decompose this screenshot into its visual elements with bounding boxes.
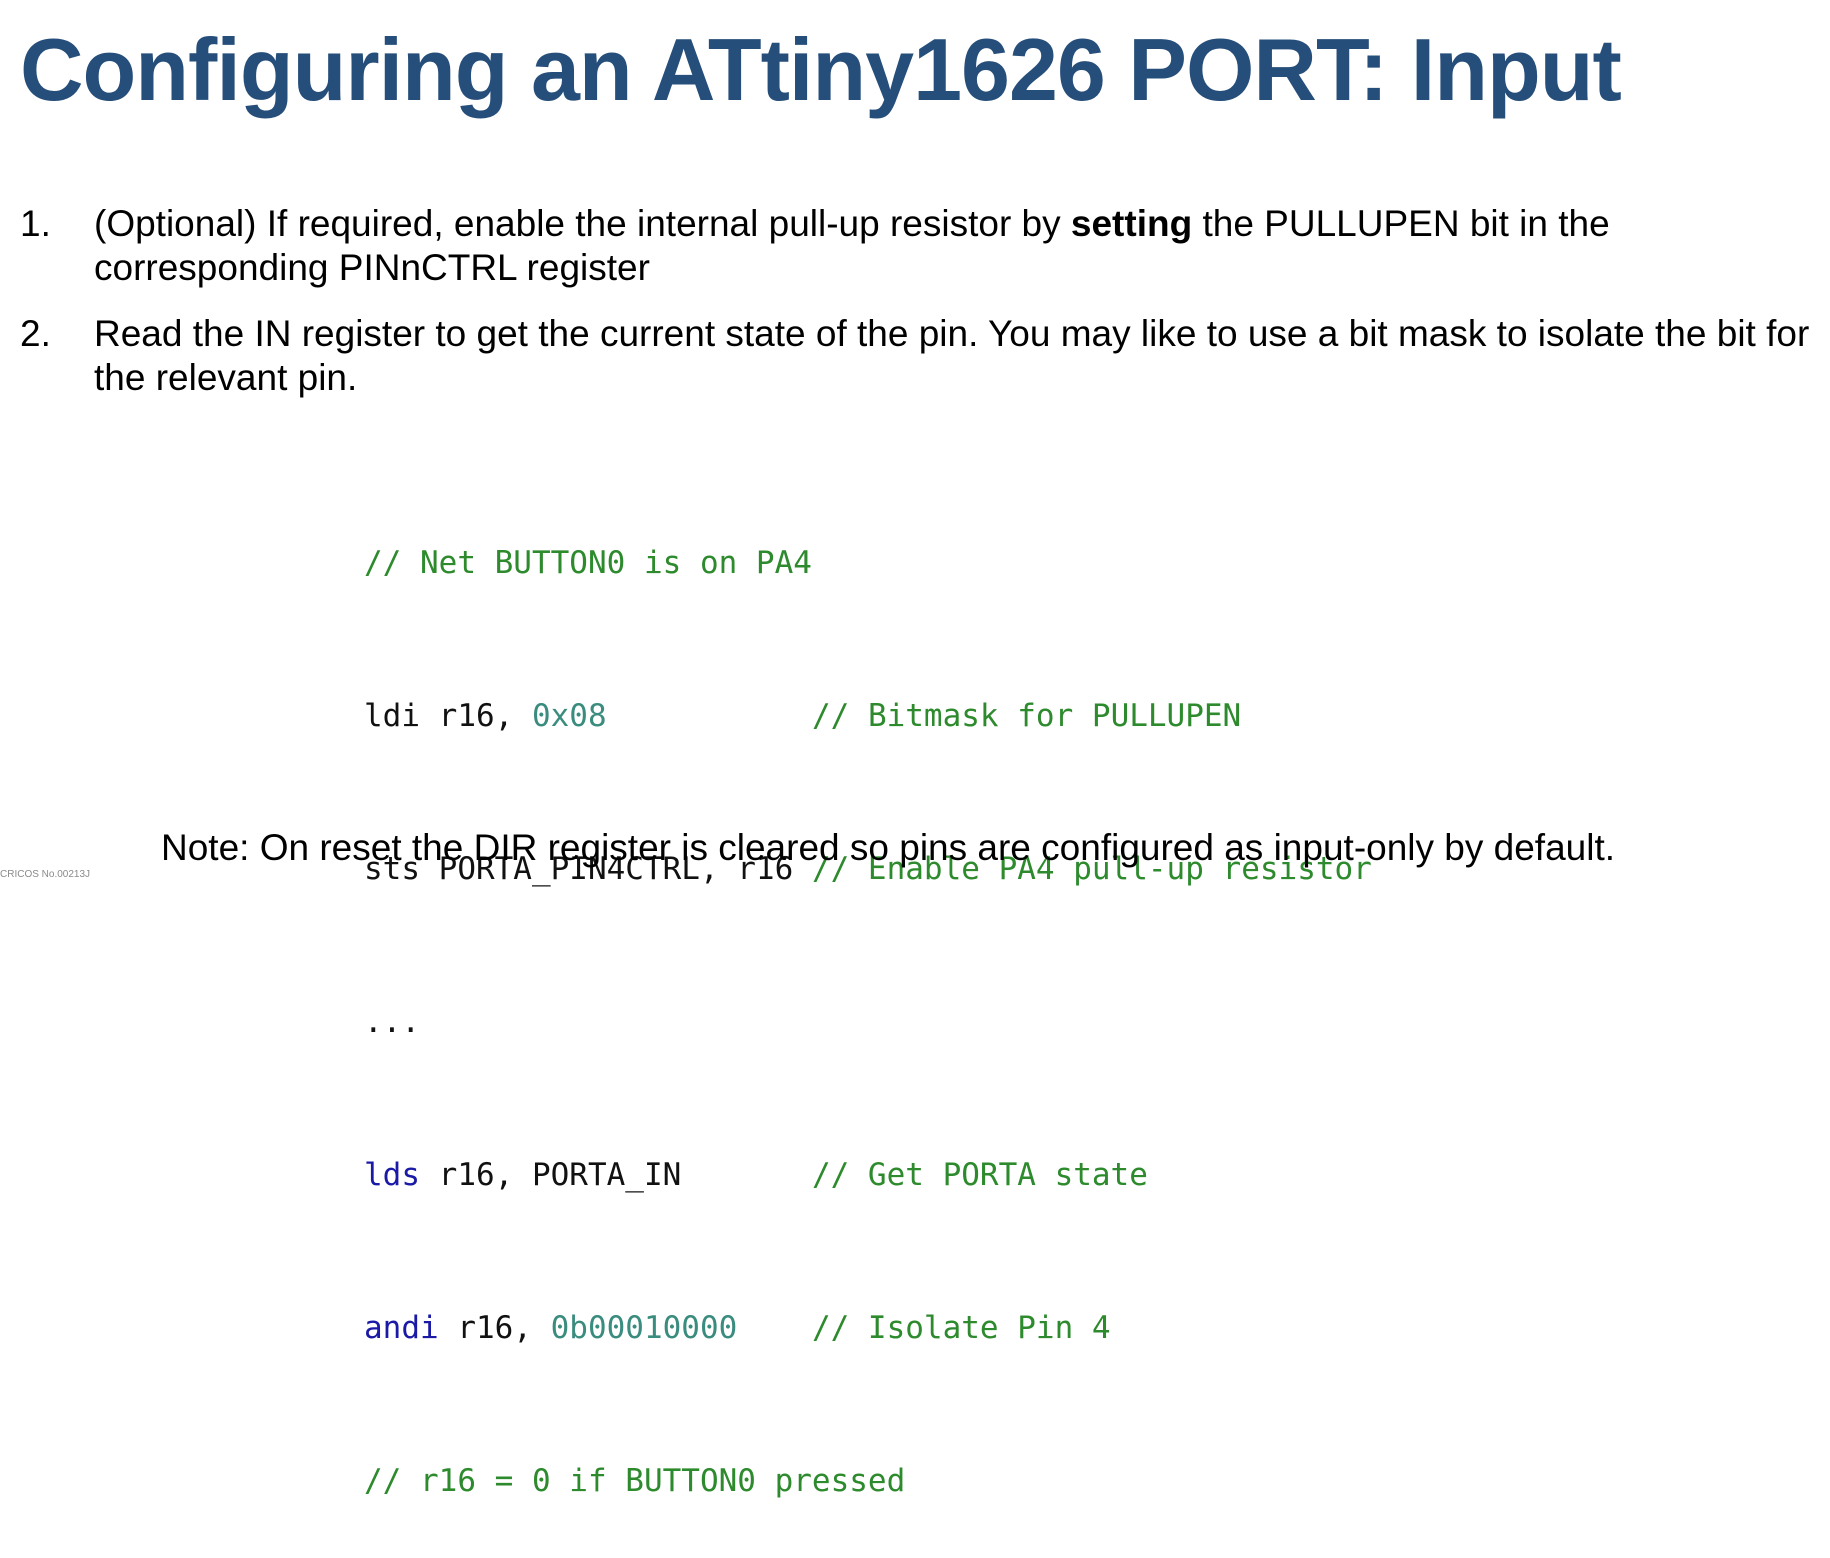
step-item-1: 1. (Optional) If required, enable the in… xyxy=(20,202,1810,290)
step-number: 1. xyxy=(20,203,51,244)
code-ellipsis: ... xyxy=(364,1004,420,1040)
code-line: ... xyxy=(364,997,1372,1048)
code-line: // Net BUTTON0 is on PA4 xyxy=(364,538,1372,589)
note-text: Note: On reset the DIR register is clear… xyxy=(161,827,1616,868)
code-keyword: lds xyxy=(364,1157,420,1193)
code-number: 0x08 xyxy=(531,698,607,734)
step-text: (Optional) If required, enable the inter… xyxy=(94,203,1610,288)
code-comment: // Bitmask for PULLUPEN xyxy=(811,698,1242,734)
code-line: lds r16, PORTA_IN // Get PORTA state xyxy=(364,1150,1372,1201)
code-comment: // Net BUTTON0 is on PA4 xyxy=(364,545,812,581)
code-keyword: andi xyxy=(364,1310,439,1346)
code-line: ldi r16, 0x08 // Bitmask for PULLUPEN xyxy=(364,691,1372,742)
step-number: 2. xyxy=(20,313,51,354)
code-text: r16, xyxy=(438,1310,551,1346)
step-item-2: 2. Read the IN register to get the curre… xyxy=(20,312,1810,400)
code-block: // Net BUTTON0 is on PA4 ldi r16, 0x08 /… xyxy=(364,436,1372,1558)
code-number: 0b00010000 xyxy=(550,1310,738,1346)
code-spacing xyxy=(607,698,812,734)
slide-title: Configuring an ATtiny1626 PORT: Input xyxy=(20,20,1622,119)
code-comment: // Get PORTA state xyxy=(811,1157,1148,1193)
code-spacing xyxy=(737,1310,812,1346)
step-text-bold: setting xyxy=(1070,203,1193,244)
code-text: ldi r16, xyxy=(364,698,532,734)
code-comment: // Isolate Pin 4 xyxy=(811,1310,1111,1346)
cricos-footer: CRICOS No.00213J xyxy=(0,869,91,880)
code-text: r16, PORTA_IN xyxy=(420,1157,812,1193)
code-line: andi r16, 0b00010000 // Isolate Pin 4 xyxy=(364,1303,1372,1354)
code-comment: // r16 = 0 if BUTTON0 pressed xyxy=(364,1463,906,1499)
step-text-before: (Optional) If required, enable the inter… xyxy=(94,203,1071,244)
steps-list: 1. (Optional) If required, enable the in… xyxy=(20,202,1810,422)
code-line: // r16 = 0 if BUTTON0 pressed xyxy=(364,1456,1372,1507)
step-text: Read the IN register to get the current … xyxy=(94,313,1810,398)
